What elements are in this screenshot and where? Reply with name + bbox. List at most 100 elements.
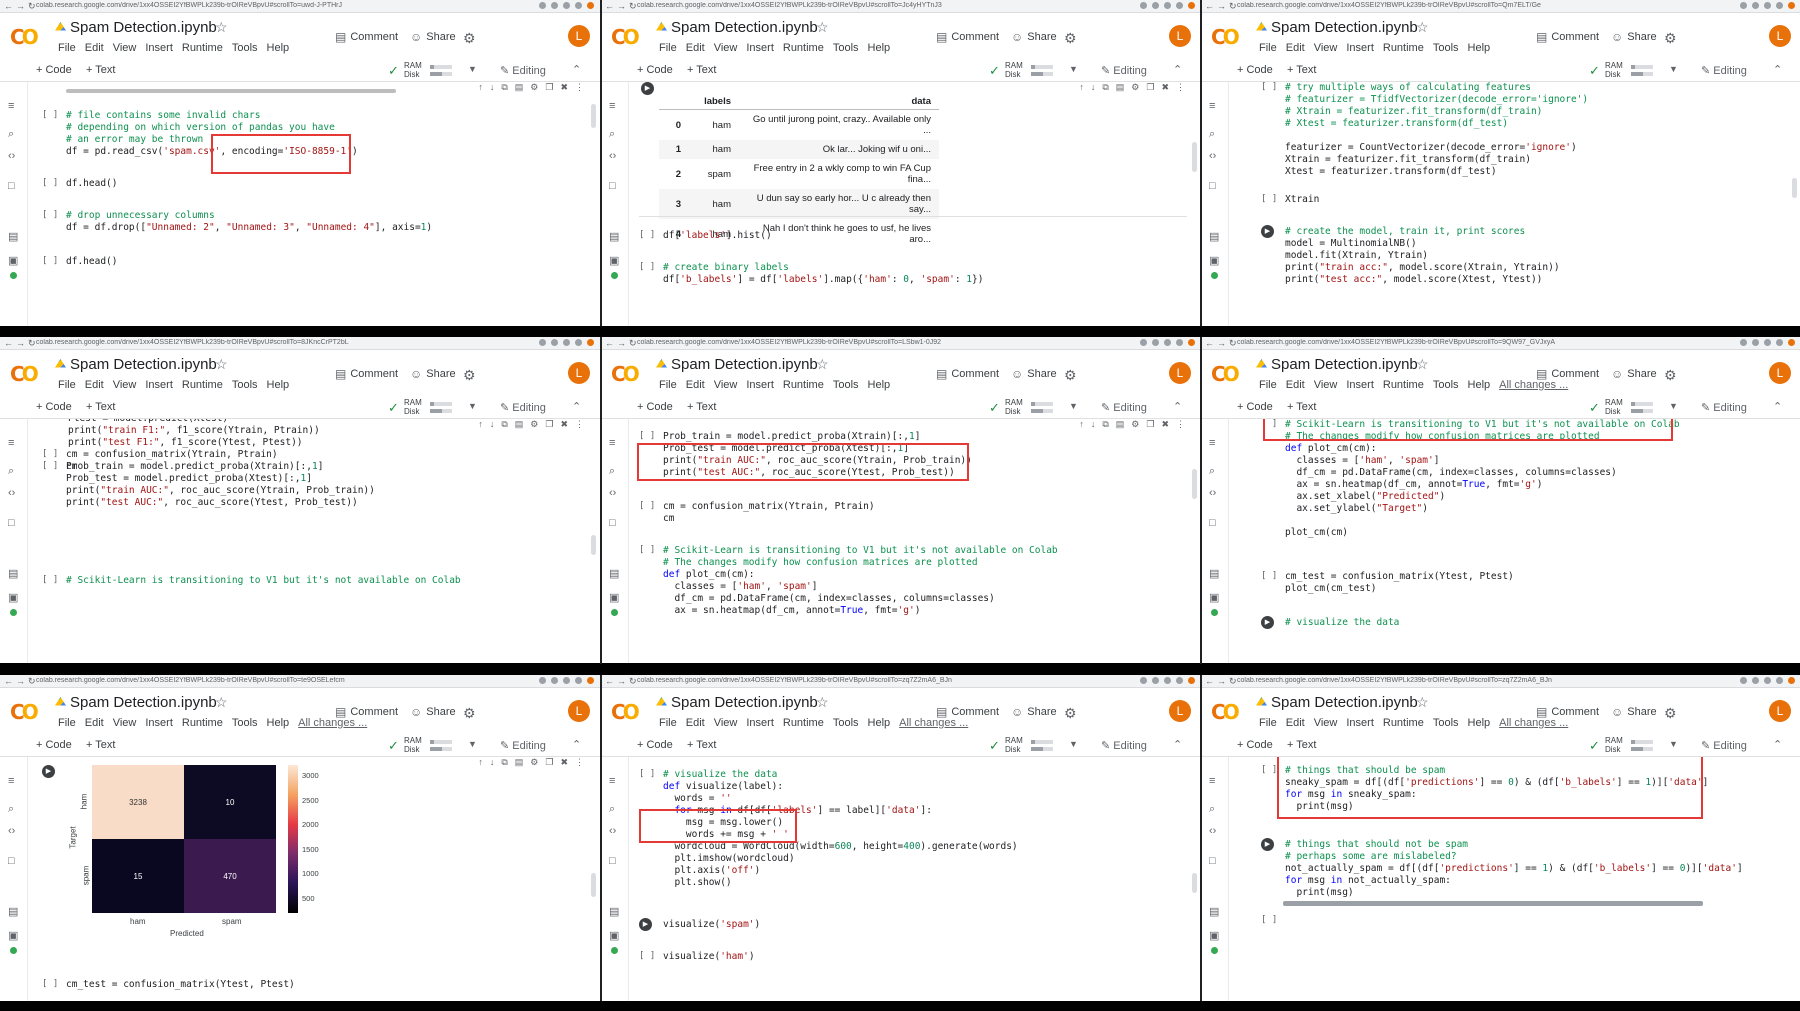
add-text-button[interactable]: + Text [1287,64,1316,76]
star-icon[interactable]: ☆ [215,694,228,711]
avatar[interactable]: L [1769,362,1791,384]
collapse-header-icon[interactable]: ⌃ [1773,400,1782,413]
extension-icon[interactable] [575,339,582,346]
scrollbar[interactable] [1192,469,1197,499]
extension-icon[interactable] [1776,677,1783,684]
share-button[interactable]: ☺ Share [1011,705,1057,719]
menu-item-help[interactable]: Help [267,379,290,391]
star-icon[interactable]: ☆ [816,694,829,711]
settings-icon[interactable]: ⚙ [530,82,538,93]
horizontal-scrollbar[interactable] [66,89,396,93]
comment-button[interactable]: ▤ Comment [1536,705,1599,719]
move-up-icon[interactable]: ↑ [478,757,483,768]
comment-icon[interactable]: ▤ [515,419,524,430]
scratch-icon[interactable]: ▤ [1209,905,1219,918]
extension-icon[interactable] [1752,2,1759,9]
toc-icon[interactable]: ≡ [609,775,615,787]
settings-gear-icon[interactable]: ⚙ [463,30,476,47]
extension-icon[interactable] [1164,339,1171,346]
add-code-button[interactable]: + Code [36,739,72,751]
add-text-button[interactable]: + Text [86,401,115,413]
browser-nav-icons[interactable]: ←→↻ [605,676,640,687]
toc-icon[interactable]: ≡ [1209,100,1215,112]
extension-icon[interactable] [551,677,558,684]
terminal-icon[interactable]: ▣ [609,929,619,942]
settings-icon[interactable]: ⚙ [1131,82,1139,93]
move-up-icon[interactable]: ↑ [478,82,483,93]
menu-item-view[interactable]: View [1314,42,1338,54]
settings-gear-icon[interactable]: ⚙ [1664,705,1677,722]
add-code-button[interactable]: + Code [637,401,673,413]
menu-item-edit[interactable]: Edit [1286,717,1305,729]
extension-icon[interactable] [1140,339,1147,346]
code-cell[interactable]: # create the model, train it, print scor… [1285,226,1560,286]
menu-item-edit[interactable]: Edit [1286,379,1305,391]
code-snippets-icon[interactable]: ‹› [8,825,15,837]
menu-item-file[interactable]: File [1259,42,1277,54]
cell-run-bracket[interactable]: [ ] [639,431,655,441]
runtime-dropdown-icon[interactable]: ▼ [468,64,477,74]
star-icon[interactable]: ☆ [1416,356,1429,373]
runtime-dropdown-icon[interactable]: ▼ [468,739,477,749]
runtime-dropdown-icon[interactable]: ▼ [1669,64,1678,74]
search-icon[interactable]: ⌕ [8,803,14,816]
extension-icon[interactable] [1776,339,1783,346]
toc-icon[interactable]: ≡ [609,100,615,112]
menu-item-insert[interactable]: Insert [145,42,173,54]
menu-item-runtime[interactable]: Runtime [1383,717,1424,729]
ram-disk-labels[interactable]: RAM Disk [1605,398,1623,416]
files-icon[interactable]: □ [609,855,616,867]
runtime-dropdown-icon[interactable]: ▼ [1069,64,1078,74]
editing-mode[interactable]: ✎ Editing [1701,401,1747,414]
more-icon[interactable]: ⋮ [575,82,584,93]
toc-icon[interactable]: ≡ [8,775,14,787]
menu-item-file[interactable]: File [659,379,677,391]
code-cell[interactable]: # drop unnecessary columns df = df.drop(… [66,210,432,234]
move-down-icon[interactable]: ↓ [1091,419,1096,430]
browser-nav-icons[interactable]: ←→↻ [1205,338,1240,349]
collapse-header-icon[interactable]: ⌃ [572,400,581,413]
code-snippets-icon[interactable]: ‹› [609,825,616,837]
runtime-dropdown-icon[interactable]: ▼ [1069,401,1078,411]
delete-icon[interactable]: ✖ [560,82,568,93]
add-code-button[interactable]: + Code [1237,64,1273,76]
scratch-icon[interactable]: ▤ [8,230,18,243]
code-snippets-icon[interactable]: ‹› [8,487,15,499]
extension-icon[interactable] [551,339,558,346]
browser-nav-icons[interactable]: ←→↻ [4,676,39,687]
avatar[interactable]: L [1169,362,1191,384]
run-cell-button[interactable]: ▶ [42,765,55,778]
files-icon[interactable]: □ [8,517,15,529]
code-cell[interactable]: visualize('spam') [663,919,760,931]
files-icon[interactable]: □ [8,180,15,192]
extension-icon[interactable] [1764,339,1771,346]
terminal-icon[interactable]: ▣ [609,254,619,267]
extension-icon[interactable] [1152,2,1159,9]
move-down-icon[interactable]: ↓ [490,757,495,768]
comment-icon[interactable]: ▤ [515,757,524,768]
extension-icon[interactable] [1176,677,1183,684]
editing-mode[interactable]: ✎ Editing [1101,739,1147,752]
menu-item-edit[interactable]: Edit [686,379,705,391]
avatar[interactable]: L [1169,700,1191,722]
share-button[interactable]: ☺ Share [1011,30,1057,44]
menu-item-file[interactable]: File [58,379,76,391]
menu-item-insert[interactable]: Insert [746,42,774,54]
menu-item-view[interactable]: View [714,717,738,729]
toc-icon[interactable]: ≡ [609,437,615,449]
files-icon[interactable]: □ [1209,855,1216,867]
scratch-icon[interactable]: ▤ [609,230,619,243]
extension-icon[interactable] [1752,677,1759,684]
settings-gear-icon[interactable]: ⚙ [463,705,476,722]
extension-icon[interactable] [1776,2,1783,9]
avatar[interactable]: L [1169,25,1191,47]
delete-icon[interactable]: ✖ [560,757,568,768]
code-cell[interactable]: df.head() [66,178,117,190]
move-up-icon[interactable]: ↑ [1079,419,1084,430]
extension-icon[interactable] [539,2,546,9]
search-icon[interactable]: ⌕ [8,465,14,478]
code-cell[interactable]: # things that should be spam sneaky_spam… [1285,765,1708,813]
code-cell[interactable]: # visualize the data def visualize(label… [663,769,1018,889]
scratch-icon[interactable]: ▤ [609,567,619,580]
menu-item-runtime[interactable]: Runtime [1383,42,1424,54]
